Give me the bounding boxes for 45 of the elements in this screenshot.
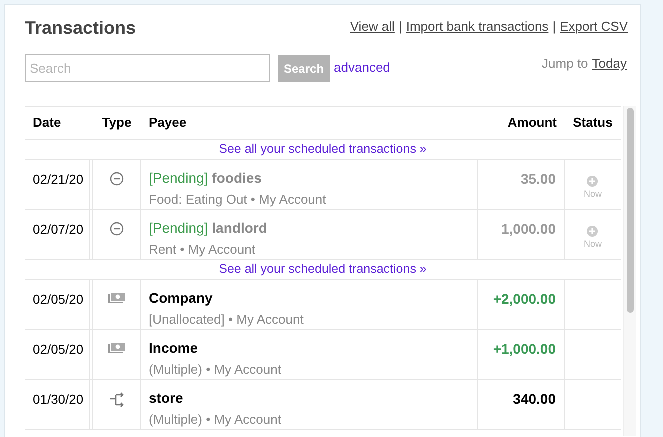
payee-name[interactable]: Company: [149, 288, 477, 309]
category-account: (Multiple) • My Account: [149, 361, 282, 379]
amount-text: +1,000.00: [493, 341, 556, 357]
advanced-link[interactable]: advanced: [334, 58, 390, 78]
scheduled-link[interactable]: See all your scheduled transactions »: [219, 140, 427, 159]
today-link[interactable]: Today: [592, 54, 627, 74]
plus-circle-icon: [587, 226, 598, 237]
link-separator: |: [398, 18, 402, 36]
page-title: Transactions: [25, 17, 136, 40]
header-link[interactable]: View all: [350, 17, 395, 36]
header-link[interactable]: Export CSV: [560, 17, 628, 36]
category-account: (Multiple) • My Account: [149, 411, 282, 429]
date-text: 02/07/20: [33, 222, 84, 237]
amount-text: +2,000.00: [493, 291, 556, 307]
amount-text: 35.00: [520, 171, 556, 187]
amount-text: 1,000.00: [502, 221, 556, 237]
payee-name[interactable]: [Pending] foodies: [149, 168, 477, 189]
cash-icon: [108, 292, 126, 304]
category-account: Food: Eating Out • My Account: [149, 191, 328, 209]
plus-circle-icon: [587, 176, 598, 187]
cash-icon: [108, 342, 126, 354]
column-header: Status: [572, 114, 614, 132]
header-link[interactable]: Import bank transactions: [406, 17, 549, 36]
payee-name[interactable]: store: [149, 388, 477, 409]
link-separator: |: [552, 18, 556, 36]
scrollbar-thumb[interactable]: [626, 108, 634, 313]
minus-circle-icon: [110, 172, 124, 186]
date-text: 02/05/20: [33, 342, 84, 357]
jump-label: Jump to: [542, 55, 588, 73]
column-header: Type: [101, 114, 133, 132]
payee-name[interactable]: Income: [149, 338, 477, 359]
category-account: Rent • My Account: [149, 241, 256, 259]
transfer-arrows-icon: [108, 392, 124, 408]
amount-text: 340.00: [513, 391, 556, 407]
column-header: Amount: [506, 114, 558, 132]
category-account: [Unallocated] • My Account: [149, 311, 305, 329]
date-text: 02/05/20: [33, 292, 84, 307]
search-field[interactable]: Search: [25, 54, 270, 82]
column-header: Date: [32, 114, 62, 132]
date-text: 02/21/20: [33, 172, 84, 187]
scheduled-link[interactable]: See all your scheduled transactions »: [219, 260, 427, 279]
column-header: Payee: [148, 114, 188, 132]
minus-circle-icon: [110, 222, 124, 236]
payee-name[interactable]: [Pending] landlord: [149, 218, 477, 239]
date-text: 01/30/20: [33, 392, 84, 407]
